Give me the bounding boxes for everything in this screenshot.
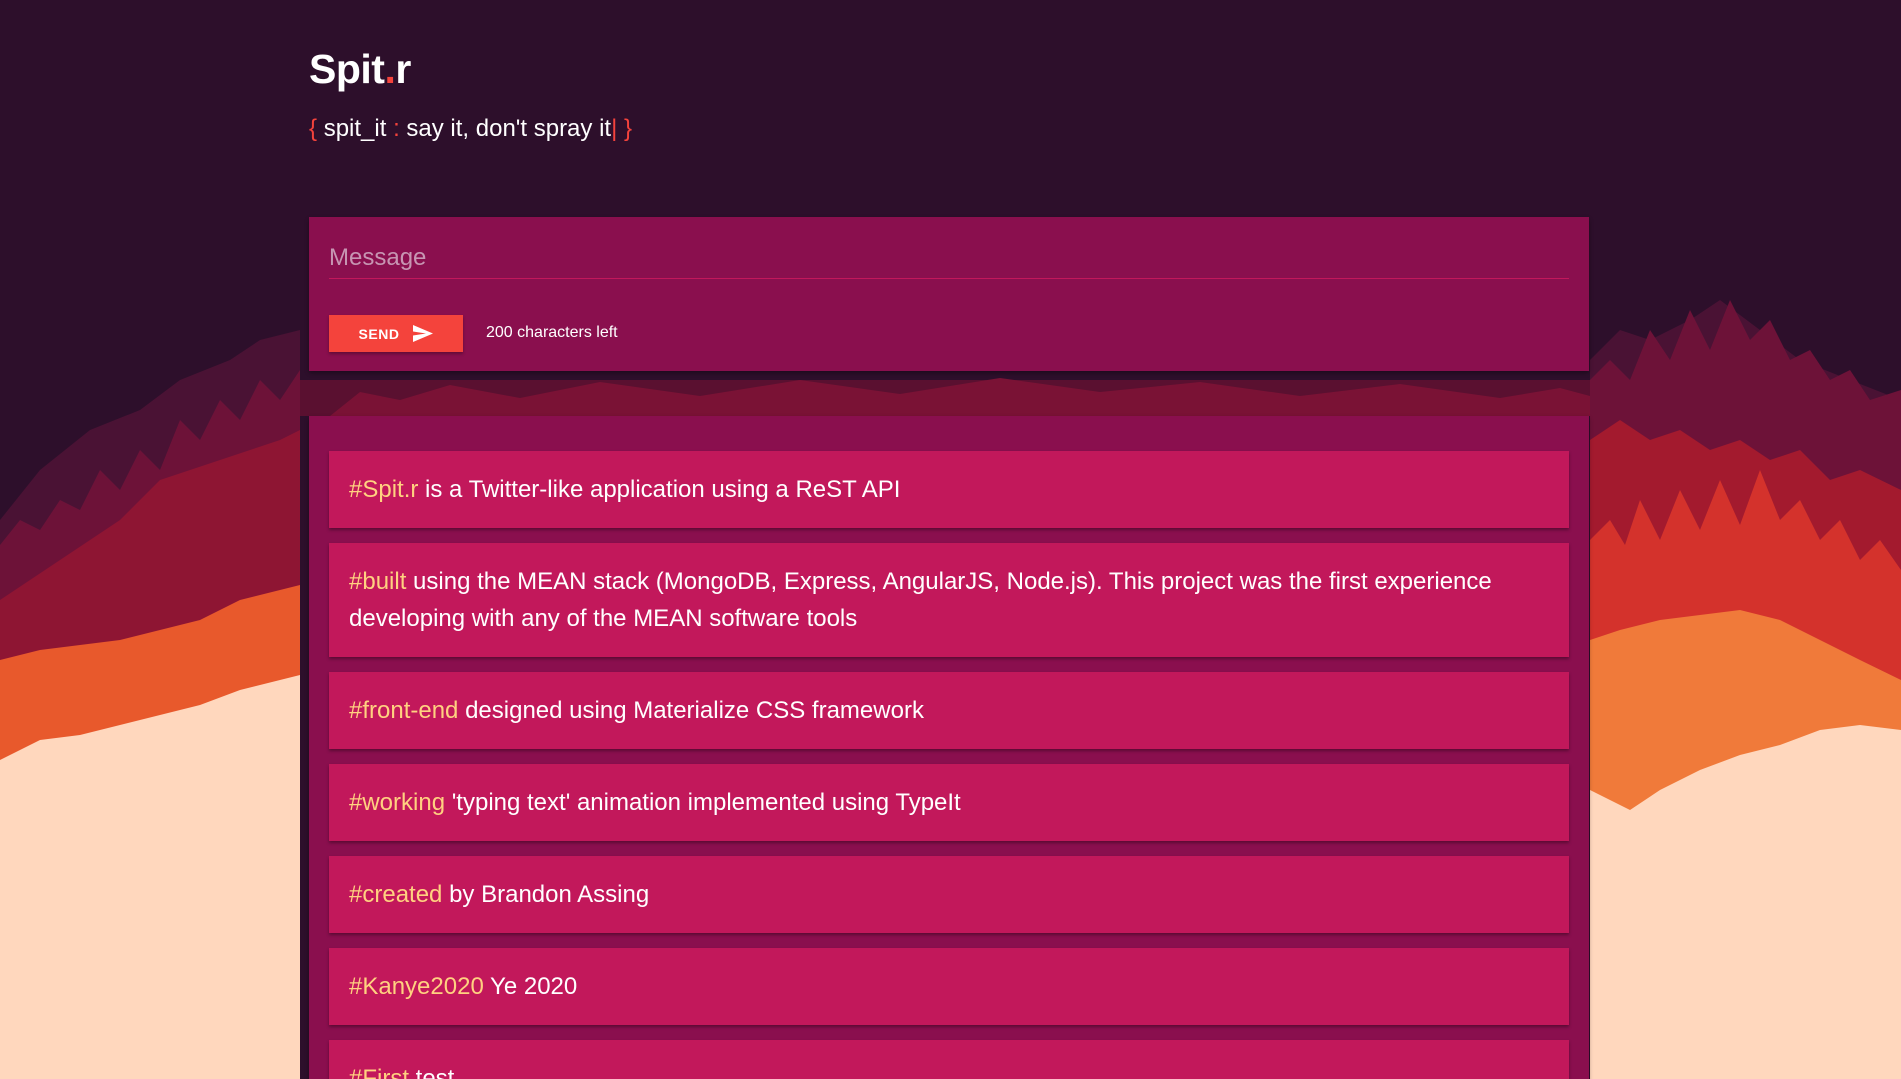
post-hashtag[interactable]: #Kanye2020: [349, 973, 484, 1000]
typing-cursor: |: [611, 115, 618, 142]
post-hashtag[interactable]: #built: [349, 568, 406, 595]
post-item: #front-end designed using Materialize CS…: [329, 672, 1569, 749]
page: Spit.r { spit_it : say it, don't spray i…: [0, 0, 1901, 1079]
post-text: is a Twitter-like application using a Re…: [418, 476, 901, 503]
post-text: by Brandon Assing: [442, 881, 650, 908]
post-hashtag[interactable]: #First: [349, 1065, 409, 1079]
logo-text-part2: r: [395, 46, 411, 92]
spit-feed: #Spit.r is a Twitter-like application us…: [309, 416, 1589, 1079]
tagline-text: say it, don't spray it: [406, 115, 612, 142]
post-hashtag[interactable]: #created: [349, 881, 442, 908]
tagline-key: spit_it: [323, 115, 387, 142]
tagline: { spit_it : say it, don't spray it| }: [309, 114, 632, 144]
send-button-label: SEND: [358, 325, 400, 342]
app-logo[interactable]: Spit.r: [309, 42, 632, 96]
post-text: 'typing text' animation implemented usin…: [445, 789, 961, 816]
post-text: designed using Materialize CSS framework: [458, 697, 924, 724]
post-text: test: [409, 1065, 455, 1079]
message-input[interactable]: [329, 237, 1569, 279]
tagline-open-brace: {: [309, 115, 318, 142]
post-hashtag[interactable]: #working: [349, 789, 445, 816]
post-text: Ye 2020: [483, 973, 578, 1000]
logo-text-part1: Spit: [309, 46, 385, 92]
message-composer: SEND 200 characters left: [309, 217, 1589, 371]
post-item: #Kanye2020 Ye 2020: [329, 948, 1569, 1025]
post-text: using the MEAN stack (MongoDB, Express, …: [349, 568, 1492, 632]
characters-left-counter: 200 characters left: [486, 324, 618, 341]
tagline-colon: :: [393, 115, 400, 142]
send-icon: [413, 325, 434, 342]
tagline-close-brace: }: [623, 115, 632, 142]
send-button[interactable]: SEND: [329, 315, 463, 352]
post-item: #Spit.r is a Twitter-like application us…: [329, 451, 1569, 528]
post-item: #working 'typing text' animation impleme…: [329, 764, 1569, 841]
post-item: #built using the MEAN stack (MongoDB, Ex…: [329, 543, 1569, 657]
post-hashtag[interactable]: #front-end: [349, 697, 458, 724]
post-hashtag[interactable]: #Spit.r: [349, 476, 418, 503]
logo-dot: .: [384, 46, 396, 92]
header: Spit.r { spit_it : say it, don't spray i…: [309, 42, 632, 144]
post-item: #created by Brandon Assing: [329, 856, 1569, 933]
post-item: #First test: [329, 1040, 1569, 1079]
